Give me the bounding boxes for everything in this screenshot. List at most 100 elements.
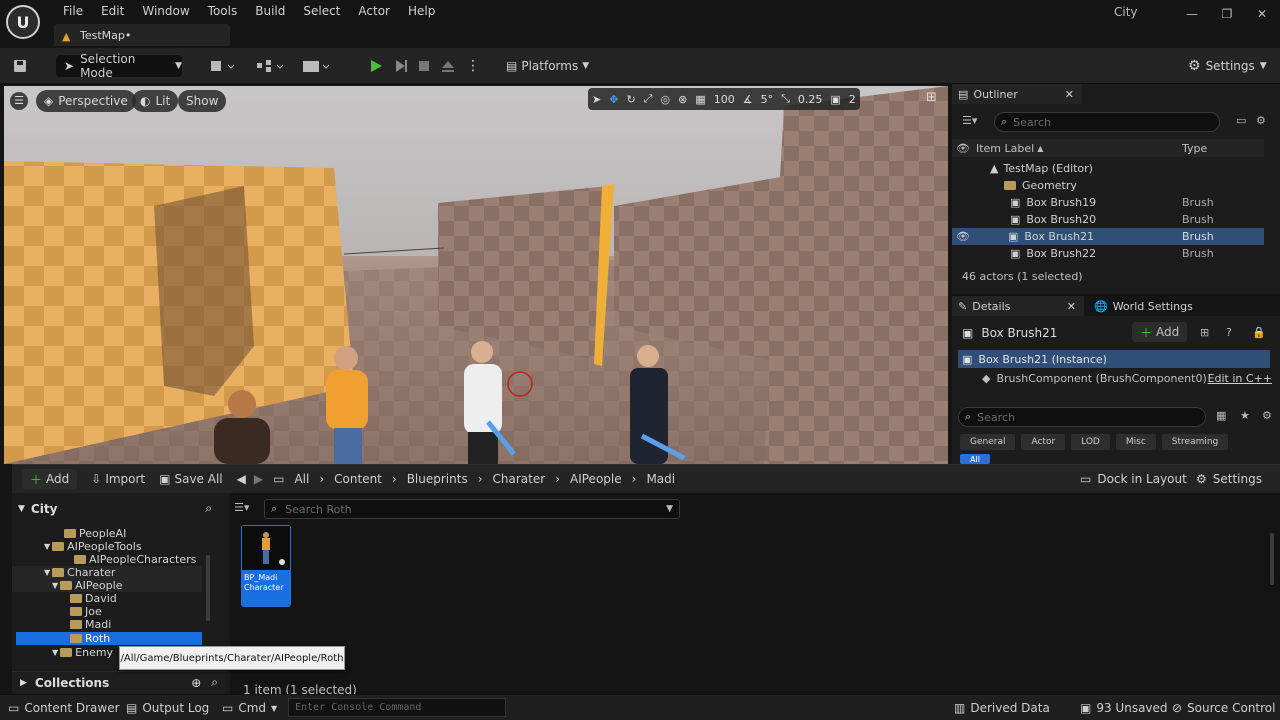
- eject-icon[interactable]: [440, 55, 456, 77]
- breadcrumb-aipeople[interactable]: AIPeople: [570, 472, 622, 486]
- world-icon[interactable]: ◎: [660, 93, 670, 106]
- toolbar-settings-button[interactable]: ⚙ Settings ▼: [1188, 55, 1267, 77]
- details-search-input[interactable]: ⌕ Search: [958, 407, 1206, 427]
- folder-madi[interactable]: Madi: [12, 618, 202, 631]
- console-input[interactable]: Enter Console Command: [288, 698, 506, 717]
- minimize-icon[interactable]: —: [1184, 6, 1200, 22]
- move-tool-icon[interactable]: ✥: [609, 93, 618, 106]
- perspective-button[interactable]: ◈ Perspective: [36, 90, 136, 112]
- outliner-search-input[interactable]: ⌕ Search: [994, 112, 1220, 132]
- help-icon[interactable]: ?: [1226, 326, 1232, 339]
- item-label-header[interactable]: Item Label: [976, 142, 1034, 155]
- filter-misc[interactable]: Misc: [1115, 434, 1156, 450]
- filter-lod[interactable]: LOD: [1071, 434, 1110, 450]
- unreal-logo-icon[interactable]: U: [6, 5, 40, 39]
- menu-build[interactable]: Build: [246, 2, 294, 20]
- grid-snap-value[interactable]: 100: [714, 93, 735, 106]
- viewport-menu-icon[interactable]: ☰: [10, 92, 28, 110]
- menu-select[interactable]: Select: [294, 2, 349, 20]
- filter-icon[interactable]: ☰▾: [962, 114, 977, 127]
- breadcrumb-blueprints[interactable]: Blueprints: [407, 472, 468, 486]
- dock-in-layout-button[interactable]: ▭ Dock in Layout: [1080, 472, 1187, 486]
- menu-help[interactable]: Help: [399, 2, 444, 20]
- filter-icon[interactable]: ☰▾: [234, 501, 249, 514]
- rotate-tool-icon[interactable]: ↻: [626, 93, 635, 106]
- details-add-button[interactable]: ＋ Add: [1132, 322, 1188, 342]
- drawer-add-button[interactable]: ＋ Add: [22, 469, 78, 489]
- details-settings-icon[interactable]: ⚙: [1262, 409, 1272, 422]
- cinematics-icon[interactable]: [302, 55, 332, 77]
- tree-row-folder[interactable]: Geometry: [952, 177, 1264, 194]
- instance-row[interactable]: ▣ Box Brush21 (Instance): [958, 350, 1270, 368]
- content-drawer-button[interactable]: ▭ Content Drawer: [8, 701, 120, 715]
- selection-mode-dropdown[interactable]: ➤ Selection Mode ▼: [56, 52, 182, 80]
- platforms-button[interactable]: ▤ Platforms ▼: [506, 55, 589, 77]
- play-icon[interactable]: [368, 55, 384, 77]
- back-icon[interactable]: ◀: [237, 472, 246, 486]
- unsaved-button[interactable]: ▣ 93 Unsaved: [1080, 701, 1168, 715]
- menu-file[interactable]: File: [54, 2, 92, 20]
- filter-streaming[interactable]: Streaming: [1161, 434, 1229, 450]
- folder-david[interactable]: David: [12, 592, 202, 605]
- type-header[interactable]: Type: [1182, 142, 1207, 155]
- sources-scrollbar[interactable]: [206, 555, 210, 621]
- lit-button[interactable]: ◐ Lit: [132, 90, 179, 112]
- forward-icon[interactable]: ▶: [254, 472, 263, 486]
- menu-window[interactable]: Window: [133, 2, 198, 20]
- maximize-icon[interactable]: ❐: [1219, 6, 1235, 22]
- outliner-settings-icon[interactable]: ⚙: [1256, 114, 1266, 127]
- derived-data-button[interactable]: ▥ Derived Data: [954, 701, 1050, 715]
- scale-snap-value[interactable]: 0.25: [798, 93, 823, 106]
- level-viewport[interactable]: ☰ ◈ Perspective ◐ Lit Show ➤ ✥ ↻ ⤢ ◎ ⊗ ▦ 1…: [4, 86, 948, 464]
- visibility-icon[interactable]: 👁: [956, 230, 970, 243]
- level-tab[interactable]: ▲ TestMap•: [54, 24, 230, 46]
- save-all-button[interactable]: ▣ Save All: [159, 472, 223, 486]
- edit-cpp-link[interactable]: Edit in C++: [1208, 372, 1272, 385]
- tree-row-brush22[interactable]: ▣ Box Brush22 Brush: [952, 245, 1264, 262]
- folder-aipeoplecharacters[interactable]: AIPeopleCharacters: [12, 553, 202, 566]
- camera-speed-icon[interactable]: ▣: [830, 93, 840, 106]
- blueprint-icon[interactable]: ⊞: [1200, 326, 1209, 339]
- step-icon[interactable]: [393, 55, 409, 77]
- folder-aipeopletools[interactable]: ▼ AIPeopleTools: [12, 540, 202, 553]
- collections-header[interactable]: ▶ Collections ⊕ ⌕: [12, 671, 226, 693]
- output-log-button[interactable]: ▤ Output Log: [126, 701, 209, 715]
- breadcrumb-content[interactable]: Content: [334, 472, 382, 486]
- search-icon[interactable]: ⌕: [211, 675, 218, 690]
- chevron-down-icon[interactable]: ▼: [666, 504, 673, 514]
- folder-joe[interactable]: Joe: [12, 605, 202, 618]
- add-actor-icon[interactable]: [210, 55, 236, 77]
- tree-row-brush20[interactable]: ▣ Box Brush20 Brush: [952, 211, 1264, 228]
- source-control-button[interactable]: ⊘ Source Control: [1172, 701, 1275, 715]
- folder-aipeople[interactable]: ▼ AIPeople: [12, 579, 202, 592]
- folder-peopleai[interactable]: PeopleAI: [12, 527, 202, 540]
- menu-tools[interactable]: Tools: [199, 2, 247, 20]
- cmd-dropdown[interactable]: ▭ Cmd ▼: [222, 701, 277, 715]
- rotation-snap-icon[interactable]: ∡: [743, 93, 753, 106]
- maximize-viewport-icon[interactable]: ⊞: [926, 90, 937, 105]
- menu-edit[interactable]: Edit: [92, 2, 133, 20]
- asset-tile-bp-madi[interactable]: BP_Madi Character: [241, 525, 291, 607]
- stop-icon[interactable]: [416, 55, 432, 77]
- details-tab[interactable]: ✎ Details ✕: [952, 296, 1084, 316]
- folder-charater[interactable]: ▼ Charater: [12, 566, 202, 579]
- surface-snap-icon[interactable]: ⊗: [678, 93, 687, 106]
- more-options-icon[interactable]: ⋮: [466, 55, 480, 77]
- filter-actor[interactable]: Actor: [1021, 434, 1066, 450]
- import-button[interactable]: ⇩ Import: [91, 472, 145, 486]
- blueprint-icon[interactable]: [256, 55, 286, 77]
- folder-roth[interactable]: Roth: [16, 632, 202, 645]
- tree-row-map[interactable]: ▲ TestMap (Editor): [952, 160, 1264, 177]
- lock-icon[interactable]: 🔒: [1252, 326, 1266, 339]
- world-settings-tab[interactable]: 🌐 World Settings: [1088, 296, 1193, 316]
- component-row[interactable]: ◆ BrushComponent (BrushComponent0) Edit …: [982, 372, 1272, 385]
- breadcrumb-all[interactable]: All: [294, 472, 309, 486]
- tree-row-brush21[interactable]: 👁 ▣ Box Brush21 Brush: [952, 228, 1264, 245]
- filter-all[interactable]: All: [960, 454, 990, 464]
- grid-snap-icon[interactable]: ▦: [695, 93, 705, 106]
- asset-search-input[interactable]: ⌕ Search Roth ▼: [264, 499, 680, 519]
- drawer-settings-button[interactable]: ⚙ Settings: [1196, 472, 1262, 486]
- close-icon[interactable]: ✕: [1065, 88, 1074, 101]
- close-icon[interactable]: ✕: [1254, 6, 1270, 22]
- search-icon[interactable]: ⌕: [205, 501, 212, 516]
